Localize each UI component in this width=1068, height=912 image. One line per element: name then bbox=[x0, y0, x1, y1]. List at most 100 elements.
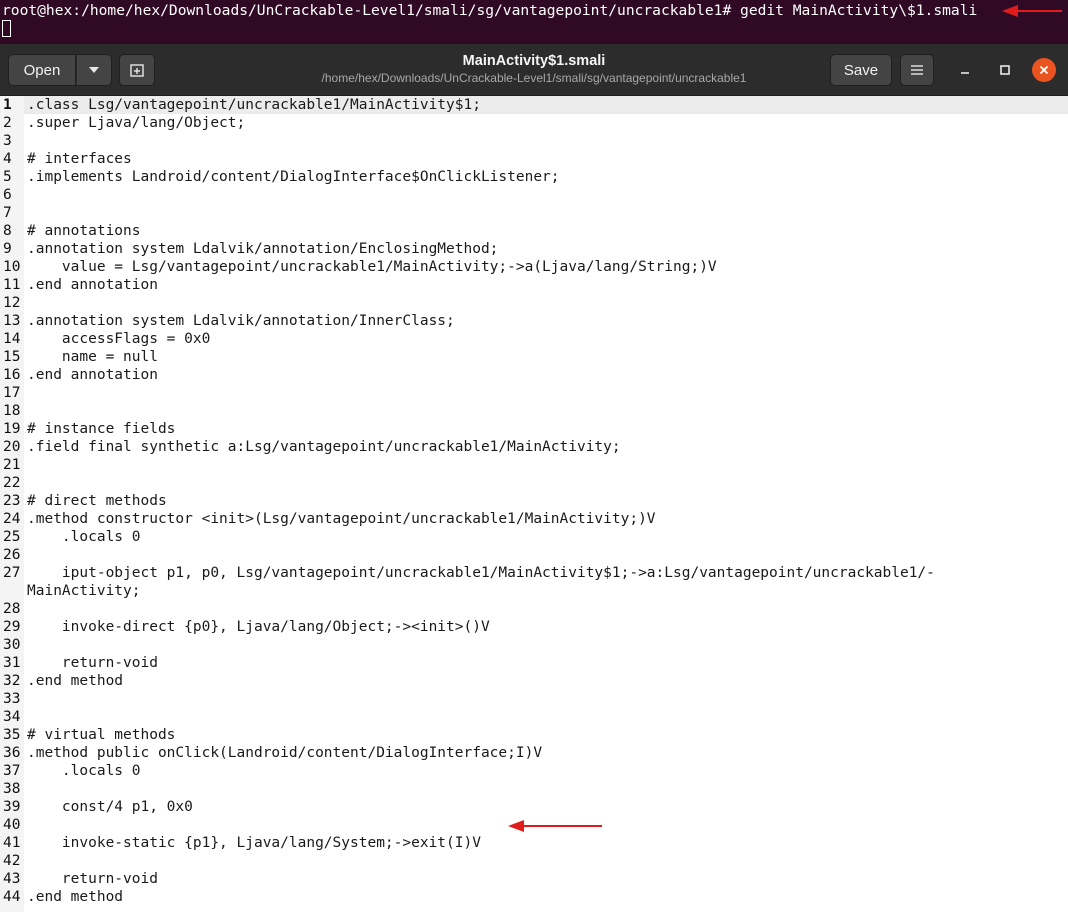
code-line[interactable]: 2 .super Ljava/lang/Object; bbox=[0, 114, 1068, 132]
code-line[interactable]: 8 # annotations bbox=[0, 222, 1068, 240]
line-number: 36 bbox=[3, 745, 21, 761]
open-menu-button[interactable] bbox=[76, 54, 112, 86]
close-button[interactable] bbox=[1032, 58, 1056, 82]
code-text: .locals 0 bbox=[27, 529, 141, 545]
line-number: 37 bbox=[3, 763, 21, 779]
code-line[interactable]: 27 iput-object p1, p0, Lsg/vantagepoint/… bbox=[0, 564, 1068, 582]
save-button-label: Save bbox=[843, 61, 879, 79]
code-line[interactable]: 43 return-void bbox=[0, 870, 1068, 888]
line-number: 34 bbox=[3, 709, 21, 725]
line-number: 6 bbox=[3, 187, 12, 203]
code-line[interactable]: 18 bbox=[0, 402, 1068, 420]
line-number: 29 bbox=[3, 619, 21, 635]
line-number: 9 bbox=[3, 241, 12, 257]
line-number: 43 bbox=[3, 871, 21, 887]
code-text: invoke-direct {p0}, Ljava/lang/Object;->… bbox=[27, 619, 490, 635]
code-text: # annotations bbox=[27, 223, 141, 239]
code-line[interactable]: 31 return-void bbox=[0, 654, 1068, 672]
minimize-button[interactable] bbox=[952, 57, 978, 83]
menu-button[interactable] bbox=[900, 54, 934, 86]
code-text: .class Lsg/vantagepoint/uncrackable1/Mai… bbox=[27, 97, 481, 113]
code-line[interactable]: 1 .class Lsg/vantagepoint/uncrackable1/Ma… bbox=[0, 96, 1068, 114]
line-number: 41 bbox=[3, 835, 21, 851]
line-number: 2 bbox=[3, 115, 12, 131]
code-line[interactable]: 3 bbox=[0, 132, 1068, 150]
code-line[interactable]: 13 .annotation system Ldalvik/annotation/… bbox=[0, 312, 1068, 330]
code-line[interactable]: 22 bbox=[0, 474, 1068, 492]
code-line[interactable]: 28 bbox=[0, 600, 1068, 618]
code-line[interactable]: 24 .method constructor <init>(Lsg/vantage… bbox=[0, 510, 1068, 528]
code-line[interactable]: 20 .field final synthetic a:Lsg/vantagepo… bbox=[0, 438, 1068, 456]
code-line[interactable]: 16 .end annotation bbox=[0, 366, 1068, 384]
code-line[interactable]: 19 # instance fields bbox=[0, 420, 1068, 438]
line-number: 15 bbox=[3, 349, 21, 365]
code-text: # virtual methods bbox=[27, 727, 176, 743]
code-text: .annotation system Ldalvik/annotation/En… bbox=[27, 241, 499, 257]
code-line[interactable]: 39 const/4 p1, 0x0 bbox=[0, 798, 1068, 816]
chevron-down-icon bbox=[89, 67, 99, 73]
code-line[interactable]: 21 bbox=[0, 456, 1068, 474]
code-line[interactable]: 35 # virtual methods bbox=[0, 726, 1068, 744]
code-line[interactable]: 11 .end annotation bbox=[0, 276, 1068, 294]
line-number: 25 bbox=[3, 529, 21, 545]
line-number: 5 bbox=[3, 169, 12, 185]
maximize-icon bbox=[1000, 65, 1010, 75]
code-annotation-arrow bbox=[508, 820, 602, 832]
line-number: 12 bbox=[3, 295, 21, 311]
code-line[interactable]: 5 .implements Landroid/content/DialogInte… bbox=[0, 168, 1068, 186]
code-line[interactable]: 15 name = null bbox=[0, 348, 1068, 366]
code-line[interactable]: 32 .end method bbox=[0, 672, 1068, 690]
terminal-window[interactable]: root@hex:/home/hex/Downloads/UnCrackable… bbox=[0, 0, 1068, 44]
code-line[interactable]: 36 .method public onClick(Landroid/conten… bbox=[0, 744, 1068, 762]
code-line[interactable]: 7 bbox=[0, 204, 1068, 222]
code-text: # interfaces bbox=[27, 151, 132, 167]
line-number: 30 bbox=[3, 637, 21, 653]
code-line[interactable]: 9 .annotation system Ldalvik/annotation/E… bbox=[0, 240, 1068, 258]
terminal-command: root@hex:/home/hex/Downloads/UnCrackable… bbox=[2, 2, 978, 19]
code-line[interactable]: 10 value = Lsg/vantagepoint/uncrackable1… bbox=[0, 258, 1068, 276]
new-tab-button[interactable] bbox=[119, 54, 155, 86]
line-number: 24 bbox=[3, 511, 21, 527]
hamburger-menu-icon bbox=[911, 65, 923, 75]
maximize-button[interactable] bbox=[992, 57, 1018, 83]
code-line[interactable]: 25 .locals 0 bbox=[0, 528, 1068, 546]
code-text: .implements Landroid/content/DialogInter… bbox=[27, 169, 560, 185]
close-icon bbox=[1039, 65, 1049, 75]
code-line[interactable]: 6 bbox=[0, 186, 1068, 204]
editor-headerbar: Open MainActivity$1.smali /home/hex/Down… bbox=[0, 44, 1068, 96]
window-title: MainActivity$1.smali bbox=[462, 53, 606, 69]
code-text: .field final synthetic a:Lsg/vantagepoin… bbox=[27, 439, 621, 455]
line-number: 19 bbox=[3, 421, 21, 437]
code-line[interactable]: 12 bbox=[0, 294, 1068, 312]
line-number: 44 bbox=[3, 889, 21, 905]
code-line[interactable]: 38 bbox=[0, 780, 1068, 798]
window-title-block: MainActivity$1.smali /home/hex/Downloads… bbox=[260, 53, 808, 86]
code-line[interactable]: 30 bbox=[0, 636, 1068, 654]
code-line[interactable]: 17 bbox=[0, 384, 1068, 402]
minimize-icon bbox=[961, 72, 969, 74]
code-text: return-void bbox=[27, 871, 158, 887]
code-line[interactable]: 29 invoke-direct {p0}, Ljava/lang/Object… bbox=[0, 618, 1068, 636]
code-line[interactable]: 37 .locals 0 bbox=[0, 762, 1068, 780]
terminal-cursor bbox=[2, 20, 11, 37]
line-number: 28 bbox=[3, 601, 21, 617]
open-button-label: Open bbox=[23, 61, 61, 79]
code-text: .method public onClick(Landroid/content/… bbox=[27, 745, 543, 761]
line-number: 10 bbox=[3, 259, 21, 275]
code-text: .super Ljava/lang/Object; bbox=[27, 115, 246, 131]
save-button[interactable]: Save bbox=[830, 54, 892, 86]
code-line[interactable]: 4 # interfaces bbox=[0, 150, 1068, 168]
open-button[interactable]: Open bbox=[8, 54, 76, 86]
code-line[interactable]: 42 bbox=[0, 852, 1068, 870]
code-line[interactable]: 26 bbox=[0, 546, 1068, 564]
code-line[interactable]: 33 bbox=[0, 690, 1068, 708]
line-number: 3 bbox=[3, 133, 12, 149]
code-line[interactable]: 44 .end method bbox=[0, 888, 1068, 906]
code-line[interactable]: MainActivity; bbox=[0, 582, 1068, 600]
line-number: 33 bbox=[3, 691, 21, 707]
code-editor[interactable]: 1 .class Lsg/vantagepoint/uncrackable1/Ma… bbox=[0, 96, 1068, 912]
code-line[interactable]: 41 invoke-static {p1}, Ljava/lang/System… bbox=[0, 834, 1068, 852]
code-line[interactable]: 34 bbox=[0, 708, 1068, 726]
code-line[interactable]: 14 accessFlags = 0x0 bbox=[0, 330, 1068, 348]
code-line[interactable]: 23 # direct methods bbox=[0, 492, 1068, 510]
